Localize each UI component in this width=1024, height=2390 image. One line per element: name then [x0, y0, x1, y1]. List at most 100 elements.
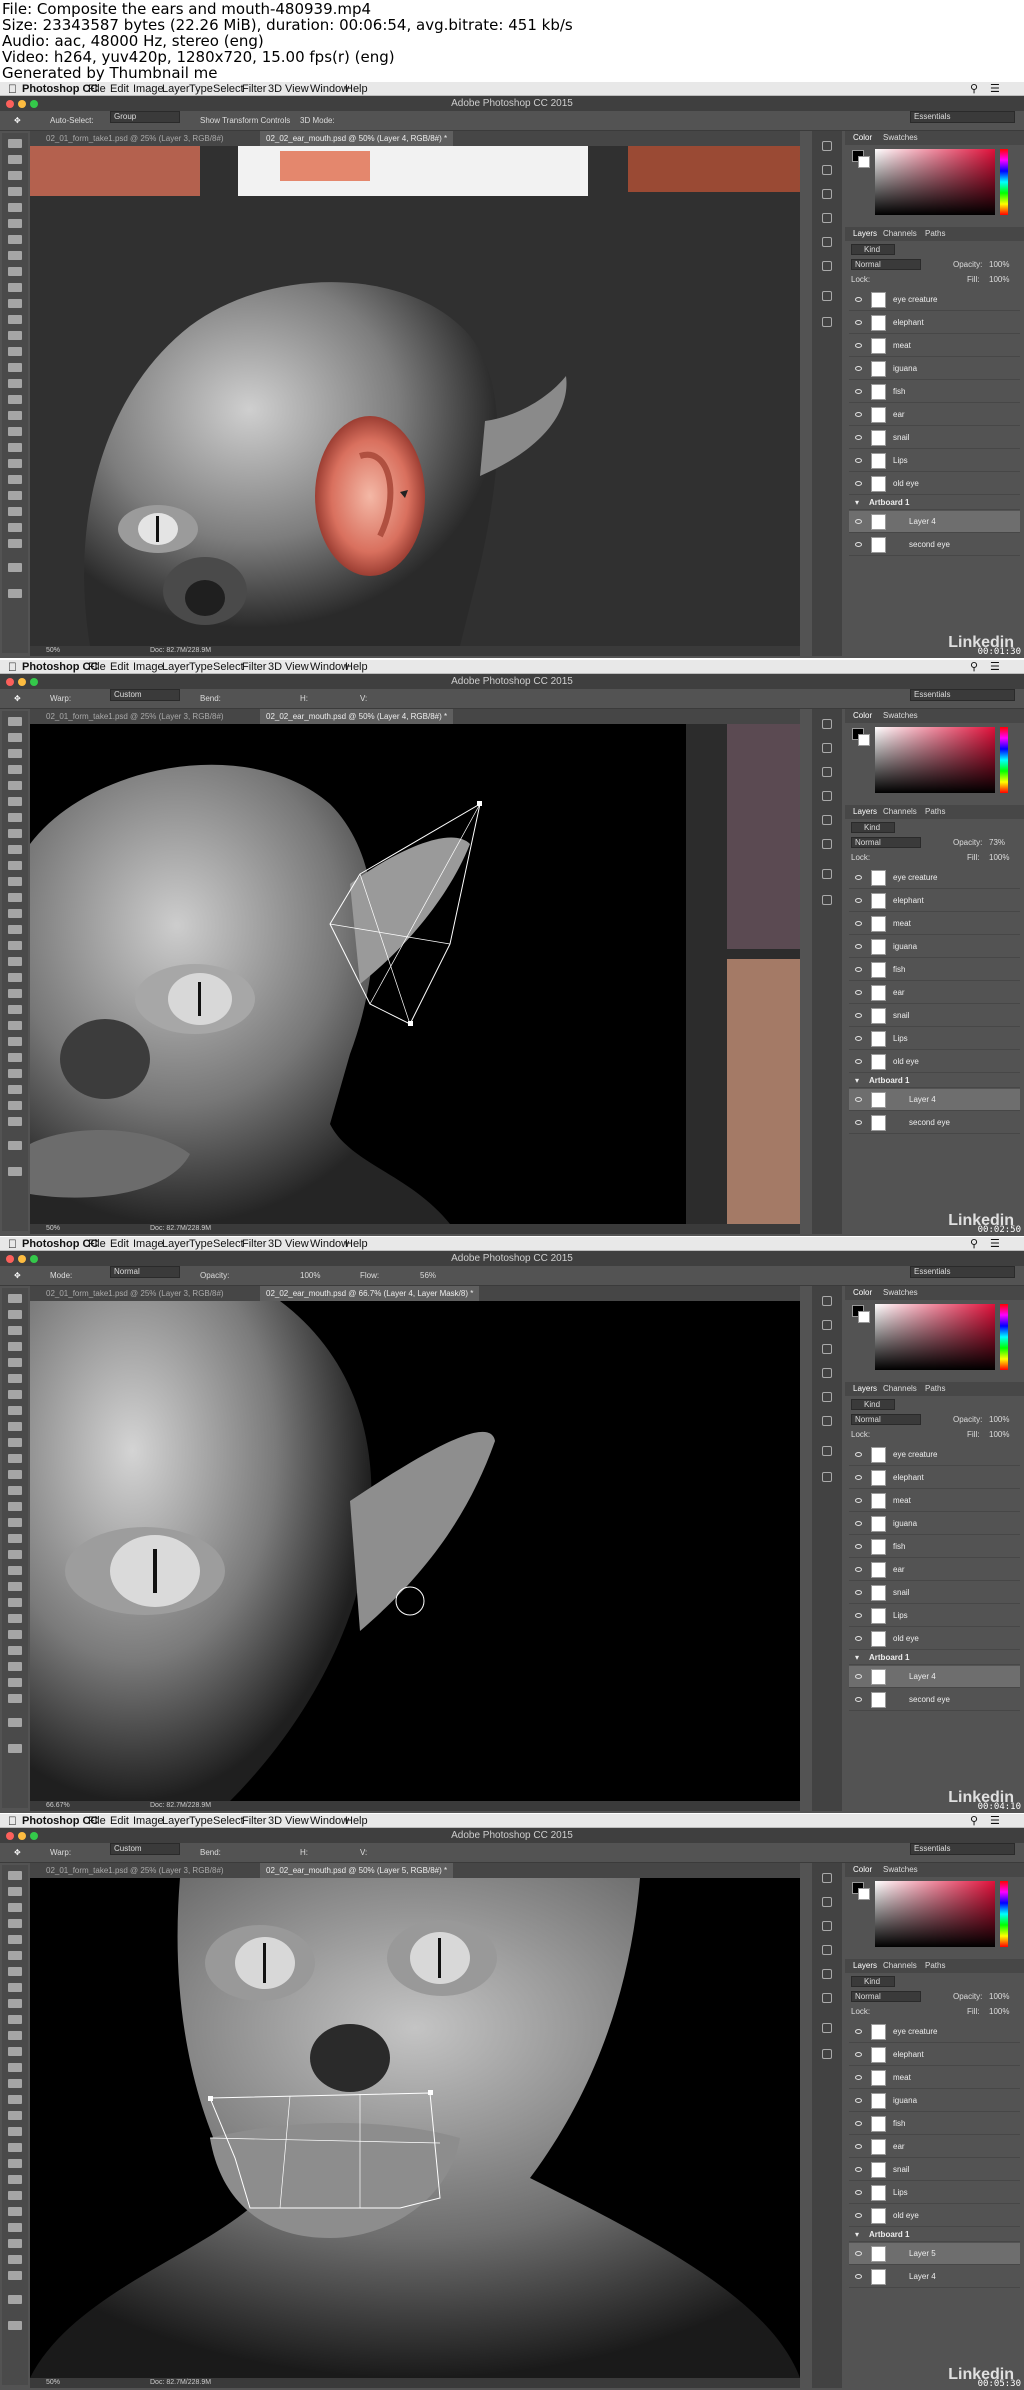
- tool-preset-icon[interactable]: ✥: [14, 1843, 21, 1863]
- tool-icon[interactable]: [8, 1101, 22, 1110]
- tool-icon[interactable]: [8, 941, 22, 950]
- visibility-eye-icon[interactable]: [855, 412, 862, 417]
- chevron-down-icon[interactable]: ▾: [855, 2228, 859, 2242]
- dock-panel-icon[interactable]: [822, 2023, 832, 2033]
- tool-icon[interactable]: [8, 1037, 22, 1046]
- tool-icon[interactable]: [8, 331, 22, 340]
- dock-panel-icon[interactable]: [822, 895, 832, 905]
- layer-row[interactable]: Lips: [849, 2182, 1020, 2204]
- menu-help[interactable]: Help: [345, 82, 368, 96]
- layer-row-selected[interactable]: Layer 4: [849, 511, 1020, 533]
- tool-icon[interactable]: [8, 1534, 22, 1543]
- visibility-eye-icon[interactable]: [855, 2251, 862, 2256]
- menu-window[interactable]: Window: [310, 1237, 349, 1251]
- tool-icon[interactable]: [8, 909, 22, 918]
- option-b-select[interactable]: Group: [110, 111, 180, 123]
- tab-color[interactable]: Color: [853, 131, 872, 145]
- tool-icon[interactable]: [8, 1614, 22, 1623]
- option-b-select[interactable]: Custom: [110, 1843, 180, 1855]
- tool-icon[interactable]: [8, 957, 22, 966]
- artboard-group[interactable]: ▾ Artboard 1: [849, 1651, 1020, 1665]
- tool-icon[interactable]: [8, 283, 22, 292]
- search-icon[interactable]: ⚲: [970, 1237, 978, 1251]
- tool-icon[interactable]: [8, 1294, 22, 1303]
- tool-icon[interactable]: [8, 1951, 22, 1960]
- tool-icon[interactable]: [8, 1167, 22, 1176]
- layer-row[interactable]: old eye: [849, 1628, 1020, 1650]
- filter-kind-select[interactable]: Kind: [851, 244, 895, 255]
- layer-row[interactable]: Lips: [849, 1605, 1020, 1627]
- tool-icon[interactable]: [8, 299, 22, 308]
- background-color-swatch[interactable]: [858, 1888, 870, 1900]
- menu-edit[interactable]: Edit: [110, 660, 129, 674]
- blend-mode-select[interactable]: Normal: [851, 1991, 921, 2002]
- blend-mode-select[interactable]: Normal: [851, 837, 921, 848]
- visibility-eye-icon[interactable]: [855, 366, 862, 371]
- menu-select[interactable]: Select: [213, 82, 244, 96]
- dock-panel-icon[interactable]: [822, 1945, 832, 1955]
- visibility-eye-icon[interactable]: [855, 2167, 862, 2172]
- visibility-eye-icon[interactable]: [855, 458, 862, 463]
- layer-row[interactable]: ear: [849, 2136, 1020, 2158]
- canvas[interactable]: [30, 724, 800, 1224]
- tab-document-1[interactable]: 02_01_form_take1.psd @ 25% (Layer 3, RGB…: [40, 1863, 230, 1878]
- dock-panel-icon[interactable]: [822, 1897, 832, 1907]
- layer-row[interactable]: eye creature: [849, 867, 1020, 889]
- tool-icon[interactable]: [8, 2175, 22, 2184]
- menu-filter[interactable]: Filter: [242, 660, 266, 674]
- tool-icon[interactable]: [8, 1310, 22, 1319]
- visibility-eye-icon[interactable]: [855, 921, 862, 926]
- opacity-value[interactable]: 100%: [989, 1991, 1009, 2003]
- tool-icon[interactable]: [8, 1141, 22, 1150]
- tool-icon[interactable]: [8, 1983, 22, 1992]
- tool-icon[interactable]: [8, 1518, 22, 1527]
- menu-list-icon[interactable]: ☰: [990, 1814, 1000, 1828]
- tool-icon[interactable]: [8, 1390, 22, 1399]
- tab-document-2[interactable]: 02_02_ear_mouth.psd @ 50% (Layer 4, RGB/…: [260, 709, 454, 724]
- tool-icon[interactable]: [8, 1694, 22, 1703]
- visibility-eye-icon[interactable]: [855, 1636, 862, 1641]
- layer-row[interactable]: ear: [849, 404, 1020, 426]
- visibility-eye-icon[interactable]: [855, 1475, 862, 1480]
- dock-panel-icon[interactable]: [822, 815, 832, 825]
- fill-value[interactable]: 100%: [989, 1429, 1009, 1441]
- menu-list-icon[interactable]: ☰: [990, 1237, 1000, 1251]
- menu-file[interactable]: File: [88, 1237, 106, 1251]
- tool-icon[interactable]: [8, 797, 22, 806]
- visibility-eye-icon[interactable]: [855, 2121, 862, 2126]
- tool-icon[interactable]: [8, 219, 22, 228]
- workspace-select[interactable]: Essentials: [910, 1843, 1015, 1855]
- warp-handle[interactable]: [428, 2090, 433, 2095]
- tool-icon[interactable]: [8, 893, 22, 902]
- blend-mode-select[interactable]: Normal: [851, 1414, 921, 1425]
- chevron-down-icon[interactable]: ▾: [855, 1651, 859, 1665]
- tool-icon[interactable]: [8, 539, 22, 548]
- tool-icon[interactable]: [8, 2239, 22, 2248]
- tool-icon[interactable]: [8, 1550, 22, 1559]
- menu-view[interactable]: View: [285, 1814, 309, 1828]
- tool-icon[interactable]: [8, 523, 22, 532]
- tool-icon[interactable]: [8, 1678, 22, 1687]
- tool-icon[interactable]: [8, 139, 22, 148]
- tool-icon[interactable]: [8, 1887, 22, 1896]
- layer-row[interactable]: iguana: [849, 358, 1020, 380]
- tool-icon[interactable]: [8, 749, 22, 758]
- tool-icon[interactable]: [8, 589, 22, 598]
- tool-icon[interactable]: [8, 1718, 22, 1727]
- visibility-eye-icon[interactable]: [855, 990, 862, 995]
- tab-swatches[interactable]: Swatches: [883, 1286, 918, 1300]
- apple-icon[interactable]: : [8, 660, 17, 674]
- visibility-eye-icon[interactable]: [855, 1521, 862, 1526]
- tool-icon[interactable]: [8, 2079, 22, 2088]
- tab-channels[interactable]: Channels: [883, 805, 917, 819]
- tool-icon[interactable]: [8, 2321, 22, 2330]
- color-picker-field[interactable]: [875, 727, 995, 793]
- visibility-eye-icon[interactable]: [855, 1567, 862, 1572]
- tool-icon[interactable]: [8, 1630, 22, 1639]
- visibility-eye-icon[interactable]: [855, 898, 862, 903]
- tool-icon[interactable]: [8, 2271, 22, 2280]
- layer-row[interactable]: meat: [849, 335, 1020, 357]
- background-color-swatch[interactable]: [858, 734, 870, 746]
- dock-panel-icon[interactable]: [822, 2049, 832, 2059]
- dock-panel-icon[interactable]: [822, 1392, 832, 1402]
